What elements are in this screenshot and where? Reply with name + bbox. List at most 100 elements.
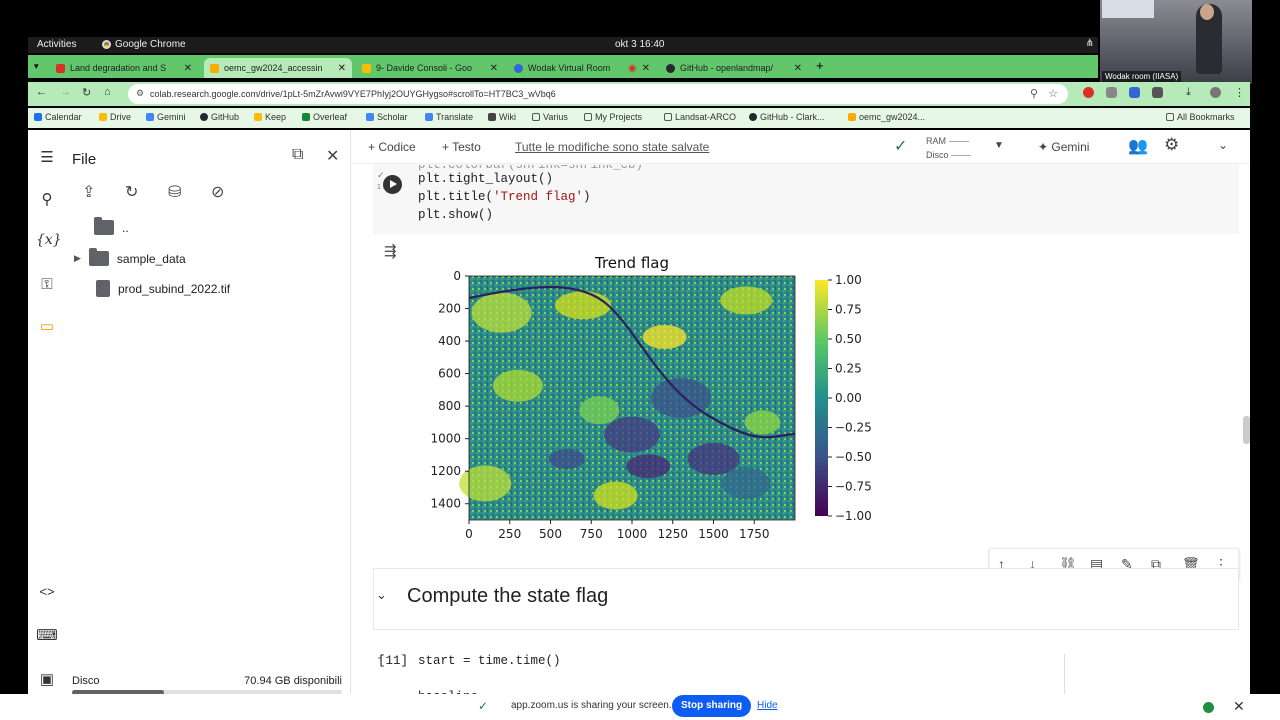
- extension-icon[interactable]: [1129, 87, 1140, 98]
- close-tab-icon[interactable]: ✕: [184, 63, 192, 74]
- save-status-link[interactable]: Tutte le modifiche sono state salvate: [515, 140, 709, 154]
- y-tick-label: 0: [453, 269, 461, 283]
- output-actions-icon[interactable]: ⇶: [384, 242, 397, 260]
- vertical-scrollbar[interactable]: [1243, 416, 1250, 444]
- new-tab-button[interactable]: +: [816, 58, 824, 73]
- back-icon[interactable]: ←: [36, 86, 47, 98]
- files-folder-icon[interactable]: ▭: [36, 317, 58, 337]
- code-cell[interactable]: ✓ 1 s plt.colorbar(shrink=shrink_cb) plt…: [373, 164, 1239, 234]
- video-thumbnail[interactable]: Wodak room (IIASA): [1100, 0, 1252, 84]
- bookmark-oemc[interactable]: oemc_gw2024...: [848, 112, 925, 122]
- colorbar-tick-label: 0.50: [835, 332, 862, 346]
- colorbar-tick-label: −0.25: [835, 421, 872, 435]
- download-icon[interactable]: ⤓: [1186, 86, 1191, 99]
- gemini-button[interactable]: ✦ Gemini: [1038, 140, 1089, 154]
- forward-icon[interactable]: →: [60, 86, 71, 98]
- bookmark-github-clark[interactable]: GitHub - Clark...: [749, 112, 825, 122]
- collapse-chevron-icon[interactable]: ⌄: [1218, 138, 1228, 152]
- bookmark-scholar[interactable]: Scholar: [366, 112, 408, 122]
- terminal-icon[interactable]: ▣: [36, 670, 58, 690]
- status-dot-icon: [1203, 702, 1214, 713]
- mount-drive-icon[interactable]: ⛁: [168, 182, 181, 202]
- bookmark-folder-varius[interactable]: Varius: [532, 112, 568, 122]
- extensions-puzzle-icon[interactable]: [1152, 87, 1163, 98]
- file-panel-title: File: [72, 151, 97, 168]
- table-of-contents-icon[interactable]: ☰: [36, 148, 58, 168]
- y-tick-label: 1000: [430, 432, 461, 446]
- code-line-1: start = time.time(): [418, 654, 561, 668]
- all-bookmarks[interactable]: All Bookmarks: [1166, 112, 1235, 122]
- execution-count: [11]: [378, 654, 409, 668]
- tab-wodak-room[interactable]: Wodak Virtual Room ◉ ✕: [508, 58, 656, 78]
- bookmark-translate[interactable]: Translate: [425, 112, 473, 122]
- hide-files-icon[interactable]: ⊘: [211, 182, 224, 202]
- upload-file-icon[interactable]: ⇪: [82, 182, 95, 202]
- colorbar-tick-label: −0.50: [835, 450, 872, 464]
- command-palette-icon[interactable]: ⌨: [36, 626, 58, 646]
- run-cell-button[interactable]: [383, 175, 402, 194]
- refresh-icon[interactable]: ↻: [125, 182, 138, 202]
- cell-divider: [1064, 654, 1065, 694]
- tree-item-sample-data[interactable]: ▶ sample_data: [74, 248, 186, 266]
- runtime-dropdown-icon[interactable]: ▼: [994, 140, 1004, 151]
- site-info-icon[interactable]: ⚙: [136, 88, 144, 99]
- tree-item-parent[interactable]: ..: [94, 217, 129, 235]
- settings-gear-icon[interactable]: ⚙: [1164, 135, 1179, 155]
- expand-caret-icon[interactable]: ▶: [74, 253, 81, 264]
- variables-icon[interactable]: {x}: [36, 232, 62, 252]
- clock[interactable]: okt 3 16:40: [615, 39, 664, 50]
- bookmark-folder-my-projects[interactable]: My Projects: [584, 112, 642, 122]
- home-icon[interactable]: ⌂: [104, 86, 111, 98]
- text-cell[interactable]: ⌄ Compute the state flag: [373, 568, 1239, 630]
- profile-avatar[interactable]: [1210, 87, 1221, 98]
- extension-opera-icon[interactable]: [1083, 87, 1094, 98]
- bookmark-calendar[interactable]: Calendar: [34, 112, 82, 122]
- bookmark-github[interactable]: GitHub: [200, 112, 239, 122]
- tab-github-openlandmap[interactable]: GitHub - openlandmap/ ✕: [660, 58, 808, 78]
- bookmark-wiki[interactable]: Wiki: [488, 112, 516, 122]
- chrome-menu-icon[interactable]: ⋮: [1234, 86, 1245, 99]
- bookmark-overleaf[interactable]: Overleaf: [302, 112, 347, 122]
- add-code-button[interactable]: + Codice: [368, 140, 416, 154]
- add-text-button[interactable]: + Testo: [442, 140, 481, 154]
- y-tick-label: 600: [438, 367, 461, 381]
- open-in-tab-icon[interactable]: ⧉: [292, 146, 303, 164]
- hide-link[interactable]: Hide: [757, 700, 778, 711]
- reload-icon[interactable]: ↻: [82, 86, 91, 99]
- bookmark-folder-landsat-arco[interactable]: Landsat-ARCO: [664, 112, 736, 122]
- stop-sharing-button[interactable]: Stop sharing: [672, 695, 752, 717]
- recording-icon: ◉: [627, 62, 637, 74]
- bookmark-drive[interactable]: Drive: [99, 112, 131, 122]
- bookmark-keep[interactable]: Keep: [254, 112, 286, 122]
- share-people-icon[interactable]: 👥: [1128, 136, 1148, 156]
- tab-oemc-notebook[interactable]: oemc_gw2024_accessin ✕: [204, 58, 352, 78]
- close-tab-icon[interactable]: ✕: [642, 63, 650, 74]
- code-snippets-icon[interactable]: <>: [36, 584, 58, 604]
- app-menu[interactable]: Google Chrome: [102, 39, 186, 50]
- close-panel-icon[interactable]: ✕: [326, 146, 339, 166]
- extension-zotero-icon[interactable]: [1106, 87, 1117, 98]
- heatmap-patch: [687, 443, 740, 475]
- close-tab-icon[interactable]: ✕: [794, 63, 802, 74]
- close-tab-icon[interactable]: ✕: [490, 63, 498, 74]
- tab-davide-consoli[interactable]: 9- Davide Consoli - Goo ✕: [356, 58, 504, 78]
- bookmarks-bar: Calendar Drive Gemini GitHub Keep Overle…: [28, 108, 1250, 128]
- omnibox[interactable]: ⚙ colab.research.google.com/drive/1pLt-5…: [128, 84, 1068, 104]
- bookmark-star-icon[interactable]: ☆: [1048, 87, 1058, 100]
- activities-button[interactable]: Activities: [37, 39, 76, 50]
- close-tab-icon[interactable]: ✕: [338, 63, 346, 74]
- collapse-section-icon[interactable]: ⌄: [376, 587, 387, 603]
- tab-land-degradation[interactable]: Land degradation and S ✕: [50, 58, 198, 78]
- secrets-key-icon[interactable]: ⚿: [36, 276, 58, 296]
- wiki-icon: [488, 113, 496, 121]
- network-icon[interactable]: ⋔: [1086, 38, 1094, 49]
- tree-item-tif-file[interactable]: prod_subind_2022.tif: [96, 280, 230, 297]
- resources-indicator[interactable]: RAM Disco: [926, 134, 972, 162]
- keep-icon: [254, 113, 262, 121]
- bookmark-gemini[interactable]: Gemini: [146, 112, 186, 122]
- search-icon[interactable]: ⚲: [36, 190, 58, 210]
- zoom-lens-icon[interactable]: ⚲: [1030, 87, 1038, 100]
- close-icon[interactable]: ✕: [1233, 698, 1245, 715]
- tab-search-icon[interactable]: ▾: [34, 61, 39, 72]
- notebook-area: ✓ 1 s plt.colorbar(shrink=shrink_cb) plt…: [352, 164, 1250, 706]
